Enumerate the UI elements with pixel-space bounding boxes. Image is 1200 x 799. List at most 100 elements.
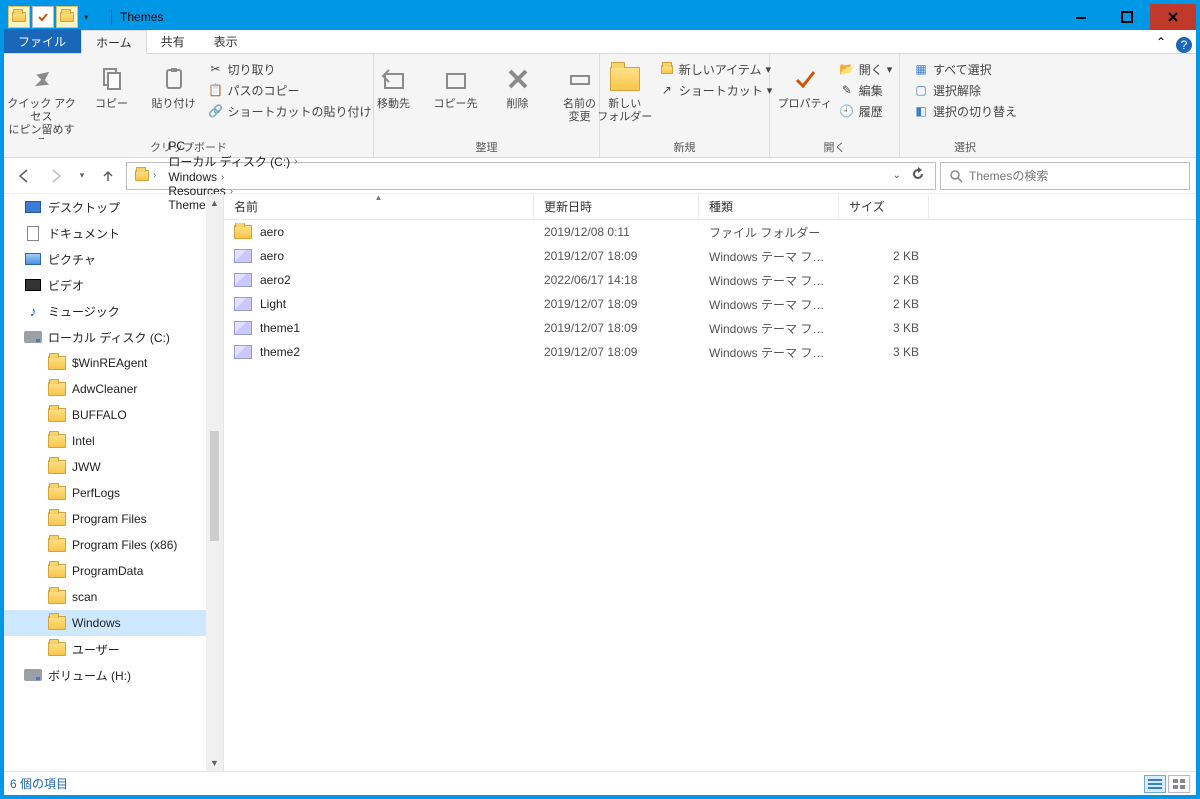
tree-item[interactable]: $WinREAgent [4, 350, 206, 376]
file-row[interactable]: theme12019/12/07 18:09Windows テーマ ファ...3… [224, 316, 1196, 340]
close-button[interactable] [1150, 4, 1196, 30]
edit-button[interactable]: ✎編集 [839, 81, 893, 99]
group-label-new: 新規 [674, 139, 696, 157]
navbar: ▾ › PC›ローカル ディスク (C:)›Windows›Resources›… [4, 158, 1196, 194]
breadcrumb-item[interactable]: Windows› [164, 170, 303, 184]
paste-button[interactable]: 貼り付け [146, 58, 202, 111]
folder-icon [48, 458, 66, 476]
tree-item[interactable]: ♪ミュージック [4, 298, 206, 324]
moveto-button[interactable]: 移動先 [366, 58, 422, 111]
themefile-icon [234, 247, 252, 265]
column-name[interactable]: 名前 [224, 194, 534, 219]
tree-item[interactable]: Program Files (x86) [4, 532, 206, 558]
tab-file[interactable]: ファイル [4, 29, 81, 53]
tree-item[interactable]: scan [4, 584, 206, 610]
view-details-button[interactable] [1144, 775, 1166, 793]
breadcrumb-item[interactable]: ローカル ディスク (C:)› [164, 153, 303, 170]
tree-item[interactable]: ProgramData [4, 558, 206, 584]
scroll-down-icon[interactable]: ▼ [206, 754, 223, 771]
shortcut-button[interactable]: ↗ショートカット ▾ [659, 81, 773, 99]
ribbon-collapse-icon[interactable]: ⌃ [1150, 31, 1172, 53]
folder-icon [48, 354, 66, 372]
folder-icon [48, 432, 66, 450]
titlebar: ▾ │ Themes [4, 4, 1196, 30]
tab-view[interactable]: 表示 [200, 29, 253, 53]
qat-dropdown-icon[interactable]: ▾ [80, 12, 93, 23]
tree-item[interactable]: ビデオ [4, 272, 206, 298]
copy-path-button[interactable]: 📋パスのコピー [208, 81, 372, 99]
tree-item[interactable]: AdwCleaner [4, 376, 206, 402]
tree-item[interactable]: デスクトップ [4, 194, 206, 220]
status-bar: 6 個の項目 [4, 771, 1196, 795]
tree-item[interactable]: ピクチャ [4, 246, 206, 272]
newitem-button[interactable]: 新しいアイテム ▾ [659, 60, 773, 78]
folder-icon [234, 223, 252, 241]
explorer-window: ▾ │ Themes ファイル ホーム 共有 表示 ⌃ ? クイック アクセス … [0, 0, 1200, 799]
search-input[interactable]: Themesの検索 [940, 162, 1190, 190]
newfolder-button[interactable]: 新しい フォルダー [597, 58, 653, 124]
paste-shortcut-button[interactable]: 🔗ショートカットの貼り付け [208, 102, 372, 120]
tree-item[interactable]: ボリューム (H:) [4, 662, 206, 688]
select-all-button[interactable]: ▦すべて選択 [913, 60, 1017, 78]
cut-button[interactable]: ✂切り取り [208, 60, 372, 78]
nav-tree[interactable]: デスクトップドキュメントピクチャビデオ♪ミュージックローカル ディスク (C:)… [4, 194, 224, 771]
copyto-button[interactable]: コピー先 [428, 58, 484, 111]
refresh-button[interactable] [911, 167, 925, 184]
tree-item[interactable]: JWW [4, 454, 206, 480]
qat-folder-icon[interactable] [8, 6, 30, 28]
group-label-open: 開く [824, 139, 846, 157]
up-button[interactable] [94, 162, 122, 190]
pin-to-quickaccess-button[interactable]: クイック アクセス にピン留めする [6, 58, 78, 139]
tree-item[interactable]: Program Files [4, 506, 206, 532]
qat-newfolder-icon[interactable] [56, 6, 78, 28]
tree-item[interactable]: ユーザー [4, 636, 206, 662]
tree-scrollbar[interactable]: ▲ ▼ [206, 194, 223, 771]
copy-button[interactable]: コピー [84, 58, 140, 111]
maximize-button[interactable] [1104, 4, 1150, 30]
themefile-icon [234, 319, 252, 337]
file-list[interactable]: aero2019/12/08 0:11ファイル フォルダーaero2019/12… [224, 220, 1196, 771]
tree-item[interactable]: PerfLogs [4, 480, 206, 506]
file-row[interactable]: theme22019/12/07 18:09Windows テーマ ファ...3… [224, 340, 1196, 364]
minimize-button[interactable] [1058, 4, 1104, 30]
themefile-icon [234, 343, 252, 361]
group-label-select: 選択 [954, 139, 976, 157]
window-title: │ Themes [97, 10, 1058, 24]
select-none-button[interactable]: ▢選択解除 [913, 81, 1017, 99]
forward-button[interactable] [42, 162, 70, 190]
invert-selection-button[interactable]: ◧選択の切り替え [913, 102, 1017, 120]
back-button[interactable] [10, 162, 38, 190]
scroll-up-icon[interactable]: ▲ [206, 194, 223, 211]
tree-item[interactable]: BUFFALO [4, 402, 206, 428]
history-button[interactable]: 🕘履歴 [839, 102, 893, 120]
folder-icon [48, 640, 66, 658]
open-button[interactable]: 📂開く ▾ [839, 60, 893, 78]
tab-home[interactable]: ホーム [81, 30, 147, 54]
delete-button[interactable]: 削除 [490, 58, 546, 111]
view-icons-button[interactable] [1168, 775, 1190, 793]
tree-item[interactable]: Windows [4, 610, 206, 636]
properties-button[interactable]: プロパティ [777, 58, 833, 111]
file-row[interactable]: aero2019/12/08 0:11ファイル フォルダー [224, 220, 1196, 244]
qat-properties-icon[interactable] [32, 6, 54, 28]
recent-dropdown[interactable]: ▾ [74, 162, 90, 190]
tab-share[interactable]: 共有 [147, 29, 200, 53]
file-row[interactable]: aero22022/06/17 14:18Windows テーマ ファ...2 … [224, 268, 1196, 292]
address-dropdown-icon[interactable]: ⌄ [893, 170, 901, 181]
column-type[interactable]: 種類 [699, 194, 839, 219]
column-size[interactable]: サイズ [839, 194, 929, 219]
tree-item[interactable]: ドキュメント [4, 220, 206, 246]
address-bar[interactable]: › PC›ローカル ディスク (C:)›Windows›Resources›Th… [126, 162, 936, 190]
file-row[interactable]: Light2019/12/07 18:09Windows テーマ ファ...2 … [224, 292, 1196, 316]
breadcrumb-root-icon[interactable]: › [131, 163, 162, 189]
ribbon-tabs: ファイル ホーム 共有 表示 ⌃ ? [4, 30, 1196, 54]
tree-item[interactable]: ローカル ディスク (C:) [4, 324, 206, 350]
breadcrumb-item[interactable]: PC› [164, 139, 303, 153]
folder-icon [48, 614, 66, 632]
desktop-icon [24, 198, 42, 216]
folder-icon [48, 510, 66, 528]
help-icon[interactable]: ? [1176, 37, 1192, 53]
file-row[interactable]: aero2019/12/07 18:09Windows テーマ ファ...2 K… [224, 244, 1196, 268]
tree-item[interactable]: Intel [4, 428, 206, 454]
column-date[interactable]: 更新日時 [534, 194, 699, 219]
